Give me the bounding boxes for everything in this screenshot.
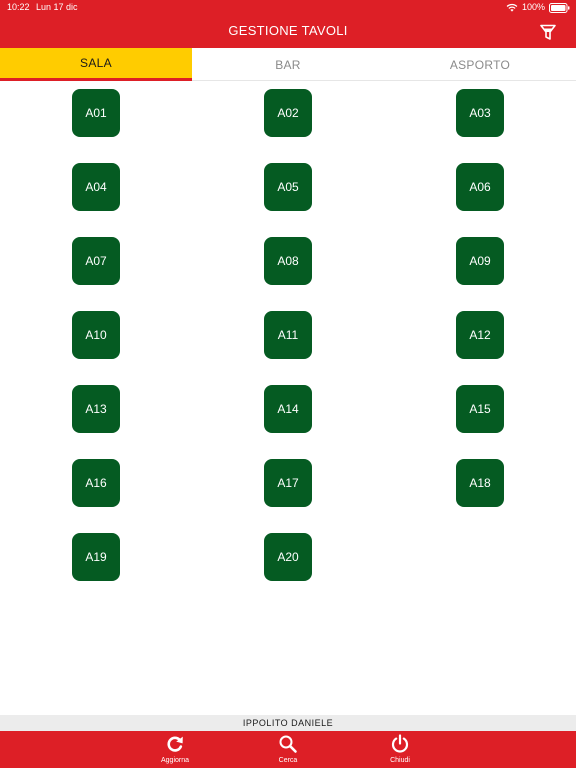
refresh-icon (167, 736, 183, 752)
table-button[interactable]: A04 (72, 163, 120, 211)
table-button[interactable]: A13 (72, 385, 120, 433)
table-button[interactable]: A09 (456, 237, 504, 285)
status-bar: 10:22 Lun 17 dic 100% (0, 0, 576, 15)
table-button[interactable]: A03 (456, 89, 504, 137)
table-button[interactable]: A11 (264, 311, 312, 359)
table-button[interactable]: A16 (72, 459, 120, 507)
table-button[interactable]: A06 (456, 163, 504, 211)
table-button[interactable]: A19 (72, 533, 120, 581)
status-date: Lun 17 dic (36, 2, 78, 12)
user-name: IPPOLITO DANIELE (0, 715, 576, 731)
tab-bar: SALA BAR ASPORTO (0, 48, 576, 81)
tab-bar-counter[interactable]: BAR (192, 48, 384, 81)
page-title: GESTIONE TAVOLI (228, 23, 348, 38)
refresh-button[interactable]: Aggiorna (145, 731, 205, 768)
app: 10:22 Lun 17 dic 100% GESTIONE TAVOLI SA… (0, 0, 576, 768)
filter-button[interactable] (538, 22, 558, 42)
table-button[interactable]: A07 (72, 237, 120, 285)
battery-icon (549, 2, 570, 13)
table-button[interactable]: A08 (264, 237, 312, 285)
close-button[interactable]: Chiudi (370, 731, 430, 768)
search-icon (279, 735, 297, 753)
tab-sala[interactable]: SALA (0, 48, 192, 81)
battery-percent: 100% (521, 2, 545, 12)
power-icon (391, 734, 409, 753)
status-indicators: 100% (506, 0, 570, 15)
table-button[interactable]: A10 (72, 311, 120, 359)
status-time: 10:22 (7, 2, 30, 12)
tables-grid: A01 A02 A03 A04 A05 A06 A07 A08 A09 A10 … (0, 89, 576, 581)
wifi-icon (506, 3, 518, 12)
table-button[interactable]: A15 (456, 385, 504, 433)
table-button[interactable]: A01 (72, 89, 120, 137)
table-button[interactable]: A17 (264, 459, 312, 507)
table-button[interactable]: A14 (264, 385, 312, 433)
table-button[interactable]: A12 (456, 311, 504, 359)
tab-asporto[interactable]: ASPORTO (384, 48, 576, 81)
refresh-label: Aggiorna (160, 757, 190, 764)
table-button[interactable]: A05 (264, 163, 312, 211)
table-button[interactable]: A18 (456, 459, 504, 507)
table-button[interactable]: A02 (264, 89, 312, 137)
header: 10:22 Lun 17 dic 100% GESTIONE TAVOLI (0, 0, 576, 48)
search-label: Cerca (278, 757, 298, 764)
close-label: Chiudi (390, 757, 410, 764)
search-button[interactable]: Cerca (258, 731, 318, 768)
filter-icon (540, 24, 556, 40)
bottom-toolbar: Aggiorna Cerca Chiudi (0, 731, 576, 768)
table-button[interactable]: A20 (264, 533, 312, 581)
